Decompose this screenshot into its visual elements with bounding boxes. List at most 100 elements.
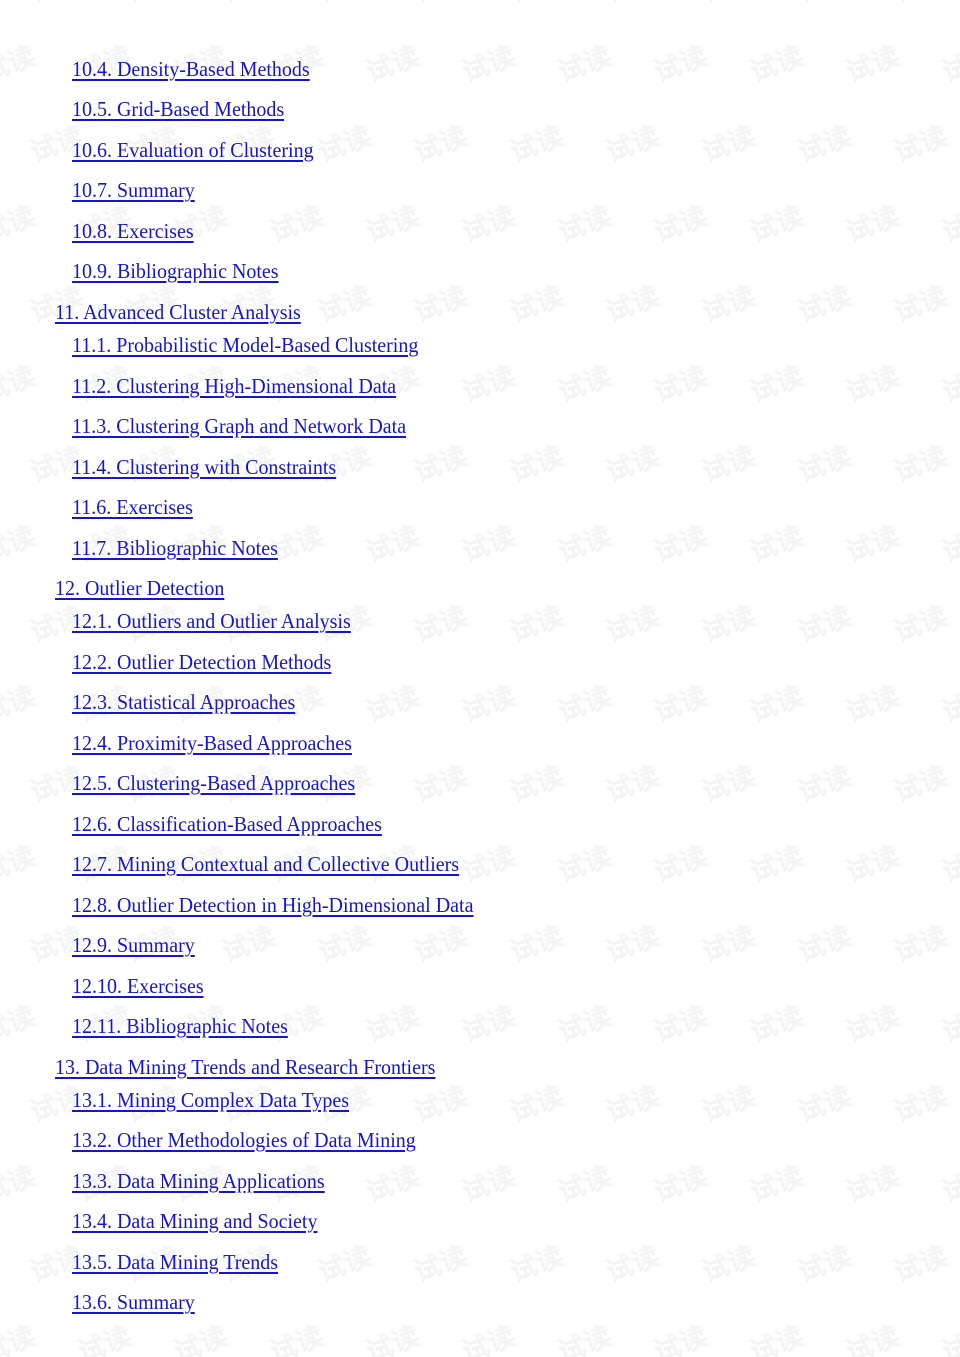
toc-link[interactable]: 12.3. Statistical Approaches — [72, 689, 295, 715]
toc-link[interactable]: 12.10. Exercises — [72, 973, 204, 999]
watermark-text: 试读 — [842, 201, 904, 249]
watermark-text: 试读 — [314, 121, 376, 169]
toc-link[interactable]: 13. Data Mining Trends and Research Fron… — [55, 1054, 435, 1080]
toc-link[interactable]: 11. Advanced Cluster Analysis — [55, 299, 301, 325]
toc-link[interactable]: 13.2. Other Methodologies of Data Mining — [72, 1127, 416, 1153]
toc-link[interactable]: 12.5. Clustering-Based Approaches — [72, 770, 355, 796]
watermark-text: 试读 — [650, 521, 712, 569]
watermark-text: 试读 — [458, 521, 520, 569]
watermark-text: 试读 — [0, 361, 40, 409]
watermark-text: 试读 — [602, 1081, 664, 1129]
toc-link[interactable]: 12.6. Classification-Based Approaches — [72, 811, 382, 837]
toc-link[interactable]: 10.5. Grid-Based Methods — [72, 96, 284, 122]
watermark-text: 试读 — [842, 1001, 904, 1049]
toc-link[interactable]: 12.4. Proximity-Based Approaches — [72, 730, 352, 756]
watermark-text: 试读 — [890, 0, 960, 9]
watermark-text: 试读 — [458, 361, 520, 409]
watermark-text: 试读 — [602, 761, 664, 809]
toc-link[interactable]: 11.1. Probabilistic Model-Based Clusteri… — [72, 332, 418, 358]
toc-link[interactable]: 10.9. Bibliographic Notes — [72, 258, 279, 284]
watermark-text: 试读 — [410, 1241, 472, 1289]
toc-link[interactable]: 11.2. Clustering High-Dimensional Data — [72, 373, 396, 399]
watermark-text: 试读 — [266, 201, 328, 249]
watermark-text: 试读 — [506, 441, 568, 489]
watermark-text: 试读 — [746, 361, 808, 409]
watermark-text: 试读 — [458, 681, 520, 729]
watermark-text: 试读 — [0, 41, 40, 89]
toc-link[interactable]: 13.6. Summary — [72, 1289, 195, 1315]
watermark-text: 试读 — [0, 749, 30, 807]
watermark-text: 试读 — [506, 1081, 568, 1129]
watermark-text: 试读 — [0, 1321, 40, 1357]
toc-link[interactable]: 11.3. Clustering Graph and Network Data — [72, 413, 406, 439]
watermark-text: 试读 — [122, 0, 222, 9]
watermark-text: 试读 — [650, 1001, 712, 1049]
toc-link[interactable]: 12.9. Summary — [72, 932, 195, 958]
watermark-text: 试读 — [266, 521, 328, 569]
watermark-text: 试读 — [506, 1241, 568, 1289]
watermark-text: 试读 — [890, 1241, 952, 1289]
toc-link[interactable]: 13.5. Data Mining Trends — [72, 1249, 278, 1275]
watermark-text: 试读 — [0, 0, 30, 7]
watermark-text: 试读 — [554, 201, 616, 249]
watermark-text: 试读 — [746, 841, 808, 889]
watermark-text: 试读 — [0, 201, 40, 249]
watermark-layer: 试读 试读 试读 试读 试读 试读 试读 试读 试读 试读 试读 试读 试读 试读 试读 试读 试读 试读 试读 试读… — [0, 0, 960, 1357]
watermark-text: 试读 — [410, 281, 472, 329]
watermark-text: 试读 — [890, 1081, 952, 1129]
toc-link[interactable]: 12.8. Outlier Detection in High-Dimensio… — [72, 892, 473, 918]
watermark-text: 试读 — [602, 441, 664, 489]
watermark-text: 试读 — [74, 1321, 136, 1357]
watermark-text: 试读 — [362, 1321, 424, 1357]
toc-link[interactable]: 11.4. Clustering with Constraints — [72, 454, 336, 480]
toc-link[interactable]: 10.8. Exercises — [72, 218, 194, 244]
toc-link[interactable]: 13.3. Data Mining Applications — [72, 1168, 325, 1194]
toc-link[interactable]: 12.1. Outliers and Outlier Analysis — [72, 608, 351, 634]
watermark-text: 试读 — [794, 1081, 856, 1129]
watermark-text: 试读 — [938, 1161, 960, 1209]
watermark-text: 试读 — [170, 1321, 232, 1357]
watermark-text: 试读 — [410, 121, 472, 169]
toc-link[interactable]: 11.6. Exercises — [72, 494, 193, 520]
watermark-text: 试读 — [746, 1321, 808, 1357]
toc-link[interactable]: 10.6. Evaluation of Clustering — [72, 137, 314, 163]
watermark-text: 试读 — [698, 0, 798, 9]
toc-link[interactable]: 10.7. Summary — [72, 177, 195, 203]
watermark-text: 试读 — [938, 521, 960, 569]
toc-link[interactable]: 12.11. Bibliographic Notes — [72, 1013, 288, 1039]
watermark-text: 试读 — [362, 201, 424, 249]
watermark-text: 试读 — [698, 601, 760, 649]
watermark-text: 试读 — [890, 601, 952, 649]
watermark-text: 试读 — [794, 1241, 856, 1289]
watermark-text: 试读 — [890, 441, 952, 489]
watermark-text: 试读 — [938, 361, 960, 409]
watermark-text: 试读 — [650, 841, 712, 889]
watermark-text: 试读 — [794, 921, 856, 969]
watermark-text: 试读 — [650, 1321, 712, 1357]
watermark-text: 试读 — [746, 1001, 808, 1049]
watermark-text: 试读 — [554, 1321, 616, 1357]
watermark-text: 试读 — [698, 921, 760, 969]
watermark-text: 试读 — [554, 521, 616, 569]
watermark-text: 试读 — [506, 601, 568, 649]
toc-link[interactable]: 13.1. Mining Complex Data Types — [72, 1087, 349, 1113]
watermark-text: 试读 — [842, 1321, 904, 1357]
watermark-text: 试读 — [938, 841, 960, 889]
watermark-text: 试读 — [938, 1001, 960, 1049]
toc-link[interactable]: 13.4. Data Mining and Society — [72, 1208, 317, 1234]
toc-link[interactable]: 12.2. Outlier Detection Methods — [72, 649, 331, 675]
watermark-text: 试读 — [650, 41, 712, 89]
watermark-text: 试读 — [506, 121, 568, 169]
watermark-text: 试读 — [458, 1001, 520, 1049]
watermark-text: 试读 — [362, 1001, 424, 1049]
toc-link[interactable]: 12.7. Mining Contextual and Collective O… — [72, 851, 459, 877]
watermark-text: 试读 — [938, 41, 960, 89]
toc-link[interactable]: 11.7. Bibliographic Notes — [72, 535, 278, 561]
toc-link[interactable]: 12. Outlier Detection — [55, 575, 224, 601]
watermark-text: 试读 — [410, 0, 510, 9]
toc-link[interactable]: 10.4. Density-Based Methods — [72, 56, 310, 82]
watermark-text: 试读 — [698, 1241, 760, 1289]
watermark-text: 试读 — [506, 921, 568, 969]
watermark-text: 试读 — [0, 429, 30, 487]
watermark-text: 试读 — [410, 441, 472, 489]
